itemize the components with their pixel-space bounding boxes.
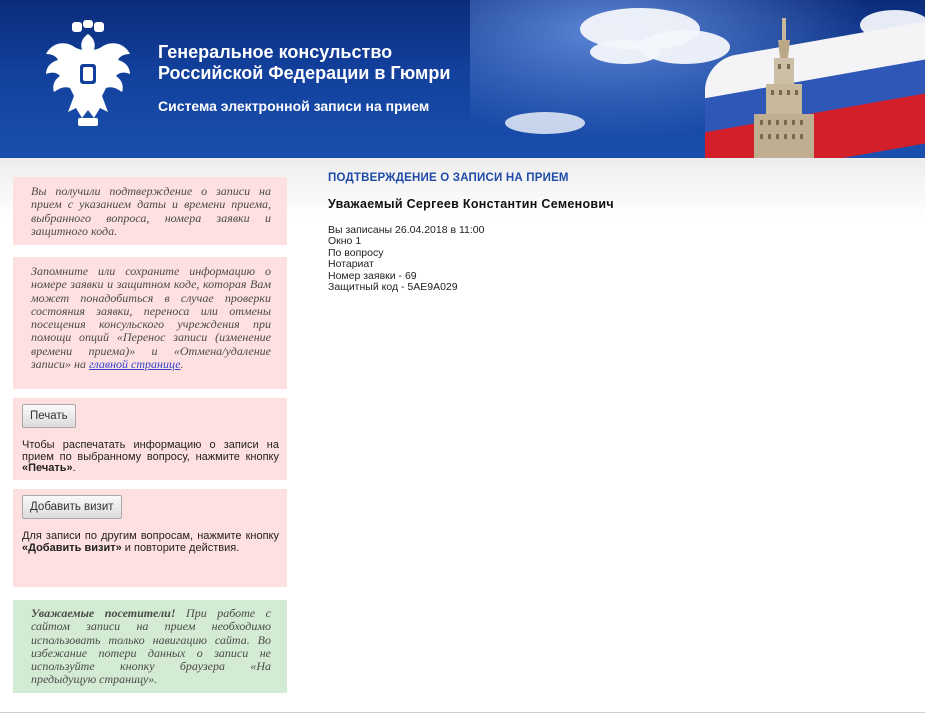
- cloud-decoration: [505, 112, 585, 134]
- site-header: Генеральное консульство Российской Федер…: [0, 0, 925, 158]
- coat-of-arms-icon: [46, 20, 130, 126]
- confirmation-heading: ПОДТВЕРЖДЕНИЕ О ЗАПИСИ НА ПРИЕМ: [328, 172, 569, 184]
- topic-value: Нотариат: [328, 258, 374, 271]
- greeting: Уважаемый Сергеев Константин Семенович: [328, 197, 614, 211]
- system-subtitle: Система электронной записи на прием: [158, 98, 430, 114]
- remember-text: Запомните или сохраните информацию о ном…: [31, 264, 271, 372]
- print-text: Чтобы распечатать информацию о записи на…: [22, 439, 279, 463]
- security-code: Защитный код - 5AE9A029: [328, 281, 458, 294]
- print-button[interactable]: Печать: [22, 404, 76, 428]
- add-visit-button[interactable]: Добавить визит: [22, 495, 122, 519]
- print-suffix: .: [72, 462, 76, 474]
- cloud-decoration: [590, 40, 660, 64]
- footer-divider: [0, 712, 925, 713]
- appointment-details: Вы записаны 26.04.2018 в 11:00 Окно 1 По…: [328, 224, 485, 294]
- add-visit-bold: «Добавить визит»: [22, 541, 122, 554]
- print-bold: «Печать»: [22, 462, 73, 474]
- remember-panel-text: Запомните или сохраните информацию о ном…: [31, 264, 271, 372]
- add-visit-suffix: и повторите действия.: [124, 541, 240, 554]
- add-visit-text: Для записи по другим вопросам, нажмите к…: [22, 530, 279, 542]
- remember-suffix: .: [180, 357, 184, 372]
- consulate-title: Генеральное консульство Российской Федер…: [158, 42, 450, 84]
- print-instructions: Чтобы распечатать информацию о записи на…: [22, 439, 279, 475]
- remember-panel: Запомните или сохраните информацию о ном…: [13, 257, 287, 389]
- info-panel: Вы получили подтверждение о записи на пр…: [13, 177, 287, 245]
- print-panel: Печать Чтобы распечатать информацию о за…: [13, 398, 287, 480]
- add-visit-panel: Добавить визит Для записи по другим вопр…: [13, 489, 287, 587]
- notice-bold: Уважаемые посетители!: [31, 606, 176, 620]
- title-line-1: Генеральное консульство: [158, 42, 393, 62]
- ministry-building-icon: [754, 18, 814, 158]
- visitor-notice-panel: Уважаемые посетители! При работе с сайто…: [13, 600, 287, 693]
- visitor-notice-text: Уважаемые посетители! При работе с сайто…: [31, 606, 271, 687]
- add-visit-instructions: Для записи по другим вопросам, нажмите к…: [22, 530, 279, 554]
- info-panel-text: Вы получили подтверждение о записи на пр…: [31, 184, 271, 238]
- title-line-2: Российской Федерации в Гюмри: [158, 63, 451, 83]
- main-page-link[interactable]: главной странице: [89, 357, 181, 371]
